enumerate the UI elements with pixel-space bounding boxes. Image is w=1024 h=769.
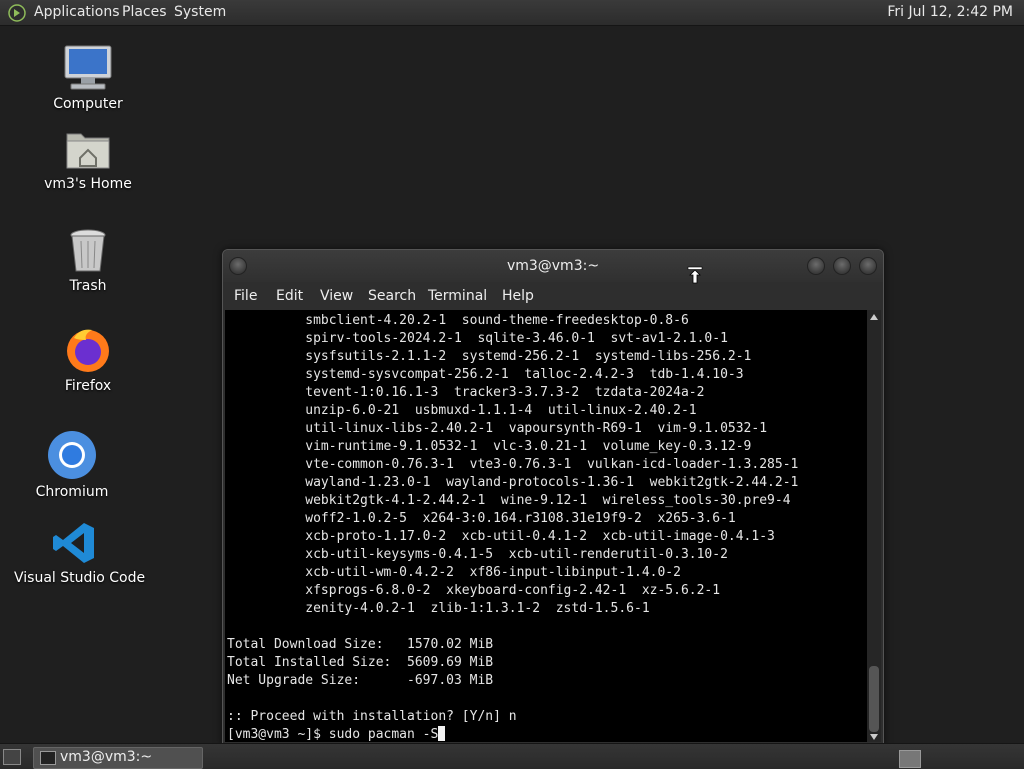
desktop-icon-chromium[interactable]: Chromium (32, 430, 112, 500)
menu-edit[interactable]: Edit (276, 288, 303, 304)
desktop-icon-label: Firefox (64, 378, 112, 394)
terminal-text: smbclient-4.20.2-1 sound-theme-freedeskt… (227, 312, 798, 744)
maximize-button[interactable] (833, 257, 851, 275)
applications-menu[interactable]: Applications (34, 4, 120, 20)
taskbar-item-label: vm3@vm3:~ (60, 749, 153, 765)
terminal-prompt: [vm3@vm3 ~]$ sudo pacman -S (227, 727, 439, 742)
chromium-icon (48, 431, 96, 479)
desktop-icon-vscode[interactable]: Visual Studio Code (14, 520, 146, 586)
menu-view[interactable]: View (320, 288, 353, 304)
scrollbar-thumb[interactable] (869, 666, 879, 732)
menu-file[interactable]: File (234, 288, 257, 304)
desktop-icon-label: Computer (53, 96, 123, 112)
menu-terminal[interactable]: Terminal (428, 288, 487, 304)
minimize-button[interactable] (807, 257, 825, 275)
menu-search[interactable]: Search (368, 288, 416, 304)
show-desktop-icon[interactable] (3, 749, 21, 765)
home-folder-icon (66, 133, 110, 169)
desktop-icon-home[interactable]: vm3's Home (40, 128, 136, 192)
terminal-icon (40, 751, 56, 765)
clock[interactable]: Fri Jul 12, 2:42 PM (887, 4, 1013, 20)
terminal-window[interactable]: vm3@vm3:~ File Edit View Search Terminal… (222, 249, 884, 745)
desktop-icon-firefox[interactable]: Firefox (48, 326, 128, 394)
desktop-icon-label: Visual Studio Code (14, 570, 146, 586)
window-title: vm3@vm3:~ (506, 258, 600, 274)
terminal-output[interactable]: smbclient-4.20.2-1 sound-theme-freedeskt… (225, 310, 867, 742)
firefox-icon (67, 329, 109, 372)
terminal-menubar: File Edit View Search Terminal Help (223, 282, 883, 310)
computer-icon (64, 45, 112, 90)
scroll-down-arrow-icon[interactable] (870, 734, 878, 740)
terminal-scrollbar[interactable] (867, 310, 881, 742)
window-titlebar[interactable]: vm3@vm3:~ (223, 250, 883, 282)
workspace-switcher[interactable] (899, 750, 921, 768)
desktop-icon-label: vm3's Home (44, 176, 132, 192)
system-menu[interactable]: System (174, 4, 226, 20)
mate-logo-icon[interactable] (8, 4, 26, 22)
terminal-lines: smbclient-4.20.2-1 sound-theme-freedeskt… (227, 313, 799, 724)
menu-help[interactable]: Help (502, 288, 534, 304)
places-menu[interactable]: Places (122, 4, 167, 20)
desktop-icon-label: Chromium (35, 484, 109, 500)
bottom-panel: vm3@vm3:~ (0, 743, 1024, 769)
desktop-icon-label: Trash (69, 278, 107, 294)
trash-icon (70, 229, 106, 272)
top-panel: Applications Places System Fri Jul 12, 2… (0, 0, 1024, 26)
taskbar-item-terminal[interactable]: vm3@vm3:~ (33, 747, 203, 769)
scroll-up-arrow-icon[interactable] (870, 314, 878, 320)
text-cursor (438, 726, 446, 741)
desktop-icon-trash[interactable]: Trash (48, 228, 128, 294)
vscode-icon (53, 523, 94, 563)
desktop-icon-computer[interactable]: Computer (48, 44, 128, 112)
close-button[interactable] (859, 257, 877, 275)
